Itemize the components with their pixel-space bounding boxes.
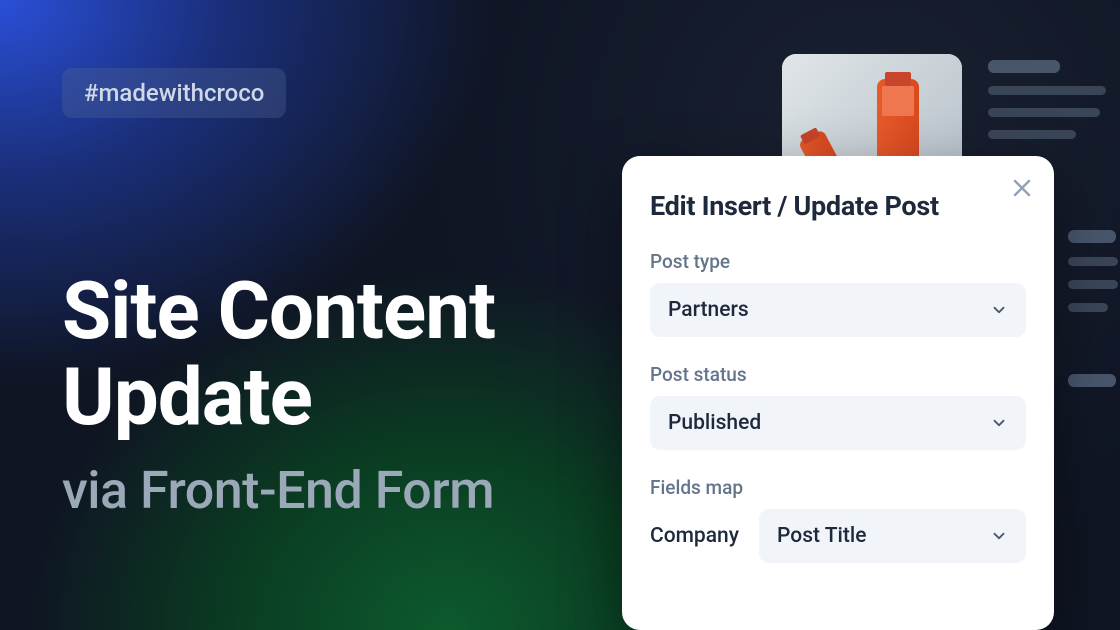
post-type-label: Post type — [650, 250, 1026, 273]
skeleton-line — [1068, 374, 1116, 387]
skeleton-secondary-block — [1068, 230, 1118, 387]
post-status-label: Post status — [650, 363, 1026, 386]
edit-post-modal: Edit Insert / Update Post Post type Part… — [622, 156, 1054, 630]
fields-map-select[interactable]: Post Title — [759, 509, 1026, 563]
post-status-select[interactable]: Published — [650, 396, 1026, 450]
fields-map-row: Company Post Title — [650, 509, 1026, 563]
skeleton-line — [1068, 257, 1118, 266]
skeleton-line — [988, 130, 1076, 139]
chevron-down-icon — [990, 414, 1008, 432]
close-button[interactable] — [1010, 176, 1034, 200]
close-icon — [1010, 176, 1034, 200]
subheadline: via Front-End Form — [62, 460, 494, 521]
modal-title: Edit Insert / Update Post — [650, 190, 1026, 222]
post-type-value: Partners — [668, 298, 749, 322]
chevron-down-icon — [990, 527, 1008, 545]
skeleton-line — [1068, 230, 1116, 243]
main-headline: Site Content Update — [62, 268, 495, 441]
fields-map-key: Company — [650, 524, 739, 548]
hashtag-badge: #madewithcroco — [62, 68, 286, 118]
skeleton-title-line — [988, 60, 1060, 73]
chevron-down-icon — [990, 301, 1008, 319]
skeleton-line — [988, 108, 1100, 117]
post-status-value: Published — [668, 411, 761, 435]
fields-map-value: Post Title — [777, 524, 866, 548]
skeleton-line — [1068, 303, 1108, 312]
headline-line-2: Update — [62, 354, 495, 440]
skeleton-line — [1068, 280, 1118, 289]
skeleton-line — [988, 86, 1106, 95]
fields-map-label: Fields map — [650, 476, 1026, 499]
post-type-select[interactable]: Partners — [650, 283, 1026, 337]
headline-line-1: Site Content — [62, 268, 495, 354]
